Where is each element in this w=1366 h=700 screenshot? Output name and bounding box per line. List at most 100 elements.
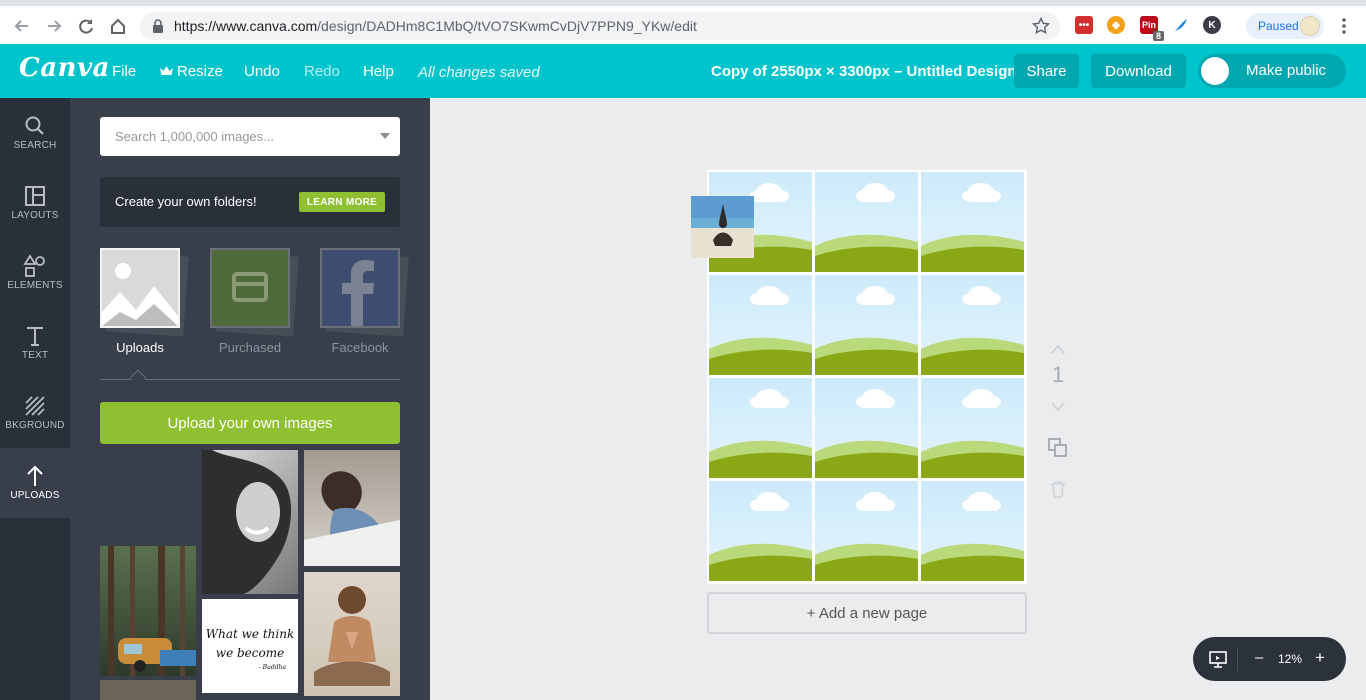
zoom-out-button[interactable]: –	[1255, 649, 1263, 666]
landscape-tile[interactable]	[921, 378, 1024, 478]
landscape-tile[interactable]	[921, 481, 1024, 581]
landscape-tile[interactable]	[921, 275, 1024, 375]
credit-card-icon	[210, 248, 290, 328]
upload-arrow-icon	[23, 464, 47, 488]
rail-item-text[interactable]: TEXT	[0, 308, 70, 378]
download-button[interactable]: Download	[1091, 54, 1186, 88]
page-number: 1	[1051, 362, 1065, 387]
address-bar[interactable]: https://www.canva.com/design/DADHm8C1MbQ…	[140, 12, 1060, 40]
page-controls: 1	[1044, 340, 1072, 500]
tab-purchased[interactable]: Purchased	[210, 248, 299, 355]
profile-paused-button[interactable]: Paused	[1246, 13, 1324, 39]
browser-menu-icon[interactable]	[1336, 16, 1352, 36]
upload-thumb-quote[interactable]: What we think we become - Buddha	[202, 599, 298, 693]
toggle-knob	[1201, 57, 1229, 85]
text-icon	[23, 324, 47, 348]
landscape-tile[interactable]	[709, 481, 812, 581]
landscape-tile[interactable]	[815, 275, 918, 375]
extension-dots-icon[interactable]: •••	[1075, 16, 1093, 34]
extension-pin-label: Pin	[1141, 20, 1156, 30]
rail-label: UPLOADS	[10, 490, 60, 501]
url-text: https://www.canva.com/design/DADHm8C1MbQ…	[174, 18, 697, 34]
redo-button[interactable]: Redo	[304, 63, 340, 80]
reload-icon[interactable]	[74, 14, 98, 38]
image-placeholder-icon	[100, 248, 180, 328]
rail-item-background[interactable]: BKGROUND	[0, 378, 70, 448]
upload-thumb-partial[interactable]	[100, 680, 196, 700]
extension-k-label: K	[1208, 19, 1216, 31]
browser-toolbar: https://www.canva.com/design/DADHm8C1MbQ…	[0, 0, 1366, 50]
tool-rail: SEARCH LAYOUTS ELEMENTS TEXT BKGROUND UP…	[0, 98, 70, 700]
chevron-down-icon[interactable]	[380, 133, 390, 139]
file-menu[interactable]: File	[112, 63, 136, 80]
image-search-input[interactable]	[100, 117, 370, 156]
upload-images-button[interactable]: Upload your own images	[100, 402, 400, 444]
rail-label: BKGROUND	[5, 420, 65, 431]
quote-line-2: we become	[215, 646, 285, 661]
home-icon[interactable]	[106, 14, 130, 38]
extension-coin-icon[interactable]: ◆	[1107, 16, 1125, 34]
layouts-icon	[23, 184, 47, 208]
upload-thumb-smiling-woman[interactable]	[202, 450, 298, 594]
zoom-in-button[interactable]: +	[1315, 648, 1325, 668]
zoom-level[interactable]: 12%	[1278, 652, 1302, 666]
promo-text: Create your own folders!	[115, 194, 257, 209]
canva-logo[interactable]: Canva	[19, 53, 110, 83]
quote-line-1: What we think	[205, 627, 295, 641]
rail-label: ELEMENTS	[7, 280, 63, 291]
uploads-card	[100, 248, 189, 337]
extension-wing-icon[interactable]	[1172, 16, 1190, 34]
rail-item-elements[interactable]: ELEMENTS	[0, 238, 70, 308]
landscape-tile[interactable]	[815, 172, 918, 272]
trash-icon[interactable]	[1050, 480, 1066, 503]
duplicate-page-icon[interactable]	[1048, 438, 1068, 463]
url-path: /design/DADHm8C1MbQ/tVO7SKwmCvDjV7PPN9_Y…	[317, 18, 697, 34]
zoom-controls: – 12% +	[1193, 637, 1346, 681]
present-icon[interactable]	[1209, 650, 1227, 673]
move-page-down-icon[interactable]	[1050, 400, 1066, 418]
back-arrow-icon[interactable]	[10, 14, 34, 38]
tab-label: Facebook	[331, 340, 389, 355]
add-page-button[interactable]: + Add a new page	[707, 592, 1027, 634]
rail-item-search[interactable]: SEARCH	[0, 98, 70, 168]
profile-status: Paused	[1258, 19, 1299, 33]
folder-promo: Create your own folders! LEARN MORE	[100, 177, 400, 227]
learn-more-button[interactable]: LEARN MORE	[299, 192, 385, 212]
move-page-up-icon[interactable]	[1050, 342, 1066, 360]
image-search-box	[100, 117, 400, 156]
resize-menu[interactable]: Resize	[159, 63, 223, 81]
save-status: All changes saved	[418, 64, 540, 81]
zoom-divider	[1237, 647, 1238, 671]
share-button[interactable]: Share	[1014, 54, 1079, 88]
profile-avatar	[1300, 16, 1320, 36]
landscape-tile[interactable]	[921, 172, 1024, 272]
lock-icon	[152, 19, 164, 38]
resize-label: Resize	[177, 63, 223, 80]
rail-item-uploads[interactable]: UPLOADS	[0, 448, 70, 518]
tab-facebook[interactable]: Facebook	[320, 248, 409, 355]
make-public-toggle[interactable]: Make public	[1198, 54, 1346, 88]
forward-arrow-icon[interactable]	[42, 14, 66, 38]
facebook-icon	[320, 248, 400, 328]
rail-item-layouts[interactable]: LAYOUTS	[0, 168, 70, 238]
dragged-beach-yoga-photo[interactable]	[691, 196, 754, 258]
landscape-tile[interactable]	[709, 378, 812, 478]
extension-k-icon[interactable]: K	[1203, 16, 1221, 34]
help-menu[interactable]: Help	[363, 63, 394, 80]
landscape-tile[interactable]	[815, 481, 918, 581]
bookmark-star-icon[interactable]	[1031, 16, 1051, 40]
design-title[interactable]: Copy of 2550px × 3300px – Untitled Desig…	[711, 63, 1017, 80]
landscape-tile[interactable]	[815, 378, 918, 478]
undo-button[interactable]: Undo	[244, 63, 280, 80]
extension-pin-icon[interactable]: Pin 8	[1140, 16, 1164, 41]
upload-thumb-forest-camper[interactable]	[100, 546, 196, 676]
tab-uploads[interactable]: Uploads	[100, 248, 189, 355]
upload-thumb-meditation[interactable]	[304, 572, 400, 696]
rail-label: TEXT	[21, 350, 49, 361]
upload-thumb-person-in-bed[interactable]	[304, 450, 400, 566]
make-public-label: Make public	[1246, 62, 1327, 79]
editor-header: Canva File Resize Undo Redo Help All cha…	[0, 44, 1366, 98]
design-page[interactable]	[707, 170, 1027, 584]
landscape-tile[interactable]	[709, 275, 812, 375]
crown-icon	[159, 64, 174, 81]
